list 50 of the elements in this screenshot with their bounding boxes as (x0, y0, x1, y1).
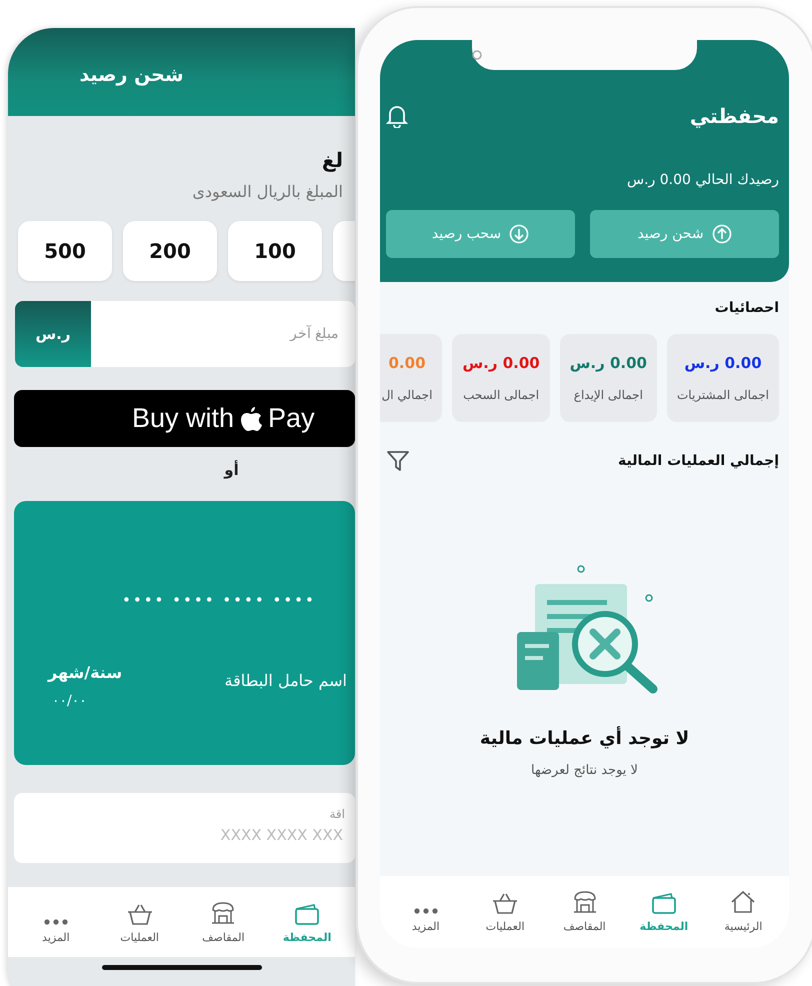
apple-logo-icon (240, 406, 262, 432)
card-holder-label: اسم حامل البطاقة (224, 671, 347, 690)
arrow-up-circle-icon (712, 224, 732, 244)
nav-tab[interactable]: العمليات (475, 888, 536, 948)
empty-state-title: لا توجد أي عمليات مالية (480, 728, 690, 749)
nav-tab[interactable]: الرئيسية (713, 888, 774, 948)
basket-icon (491, 892, 520, 914)
store-icon (210, 901, 236, 925)
stat-amount: 0.00 ر.س (684, 354, 762, 372)
arrow-down-circle-icon (509, 224, 530, 244)
or-label: أو (222, 461, 240, 479)
screen-title: محفظتي (690, 104, 779, 128)
empty-state-subtitle: لا يوجد نتائج لعرضها (531, 763, 638, 778)
section-title: لغ (320, 148, 343, 172)
expiry-value: ٠٠/٠٠ (52, 693, 87, 709)
field-label: اقة (328, 807, 345, 821)
camera-icon (472, 50, 482, 60)
amount-chip[interactable]: 200 (123, 221, 217, 281)
wallet-icon (650, 892, 677, 914)
stat-label: اجمالى السحب (463, 388, 540, 402)
nav-tab[interactable]: المقاصف (554, 888, 615, 948)
more-icon (414, 908, 438, 914)
apple-pay-button[interactable]: Buy with Pay (14, 390, 355, 447)
bell-icon[interactable] (386, 104, 408, 128)
screen-title: شحن رصيد (79, 64, 184, 86)
nav-tab[interactable]: المزيد (396, 888, 456, 948)
nav-tab[interactable]: المقاصف (193, 899, 254, 957)
currency-label: ر.س (15, 301, 91, 367)
expiry-label: سنة/شهر (48, 663, 122, 682)
stat-amount: 0.00 (388, 354, 426, 372)
card-number: •••• •••• •••• •••• (122, 591, 316, 609)
stat-label: اجمالى المشتريات (677, 388, 769, 402)
balance-text: رصيدك الحالي 0.00 ر.س (626, 172, 779, 188)
stat-label: اجمالى الإيداع (574, 388, 643, 402)
stat-amount: 0.00 ر.س (462, 354, 540, 372)
amount-chip[interactable]: 100 (228, 221, 322, 281)
wallet-icon (294, 903, 320, 925)
nav-tab[interactable]: المزيد (26, 899, 86, 957)
more-icon (44, 919, 68, 925)
stat-label: اجمالي ال (382, 388, 432, 402)
section-title: إجمالي العمليات المالية (618, 453, 779, 469)
amount-chip[interactable]: 500 (18, 221, 112, 281)
section-title: احصائيات (714, 300, 779, 316)
store-icon (572, 890, 598, 914)
subtitle: المبلغ بالريال السعودى (191, 182, 343, 201)
home-icon (730, 890, 756, 914)
filter-icon[interactable] (386, 450, 410, 472)
nav-tab[interactable]: العمليات (110, 899, 170, 957)
stat-amount: 0.00 ر.س (570, 354, 647, 372)
basket-icon (126, 903, 154, 925)
